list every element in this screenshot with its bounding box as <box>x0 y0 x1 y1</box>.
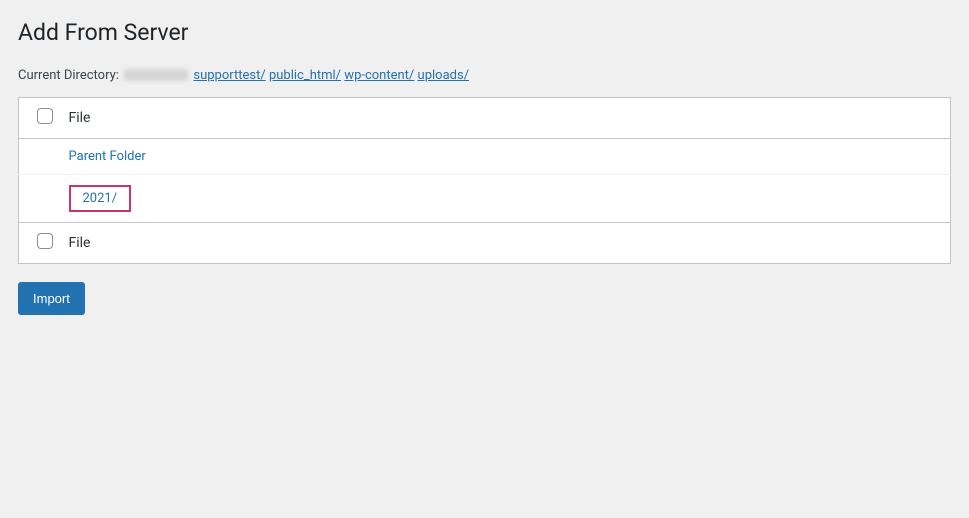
table-row: Parent Folder <box>19 138 951 174</box>
current-directory: Current Directory: supporttest/ public_h… <box>18 68 951 83</box>
breadcrumb-segment-3[interactable]: uploads/ <box>418 68 470 83</box>
select-all-checkbox-bottom[interactable] <box>37 233 53 249</box>
file-table: File Parent Folder 2021/ File <box>18 97 951 264</box>
folder-link-2021[interactable]: 2021/ <box>69 185 132 212</box>
breadcrumb-segment-2[interactable]: wp-content/ <box>344 68 414 83</box>
import-button[interactable]: Import <box>18 282 85 316</box>
table-footer-row: File <box>19 222 951 263</box>
select-all-checkbox-top[interactable] <box>37 108 53 124</box>
table-row: 2021/ <box>19 174 951 222</box>
file-column-footer: File <box>59 222 951 263</box>
file-column-header: File <box>59 97 951 138</box>
breadcrumb-segment-1[interactable]: public_html/ <box>269 68 341 83</box>
page-title: Add From Server <box>18 18 951 48</box>
directory-redacted <box>124 69 188 81</box>
current-directory-label: Current Directory: <box>18 68 119 83</box>
table-header-row: File <box>19 97 951 138</box>
breadcrumb-segment-0[interactable]: supporttest/ <box>193 68 265 83</box>
parent-folder-link[interactable]: Parent Folder <box>69 149 146 164</box>
